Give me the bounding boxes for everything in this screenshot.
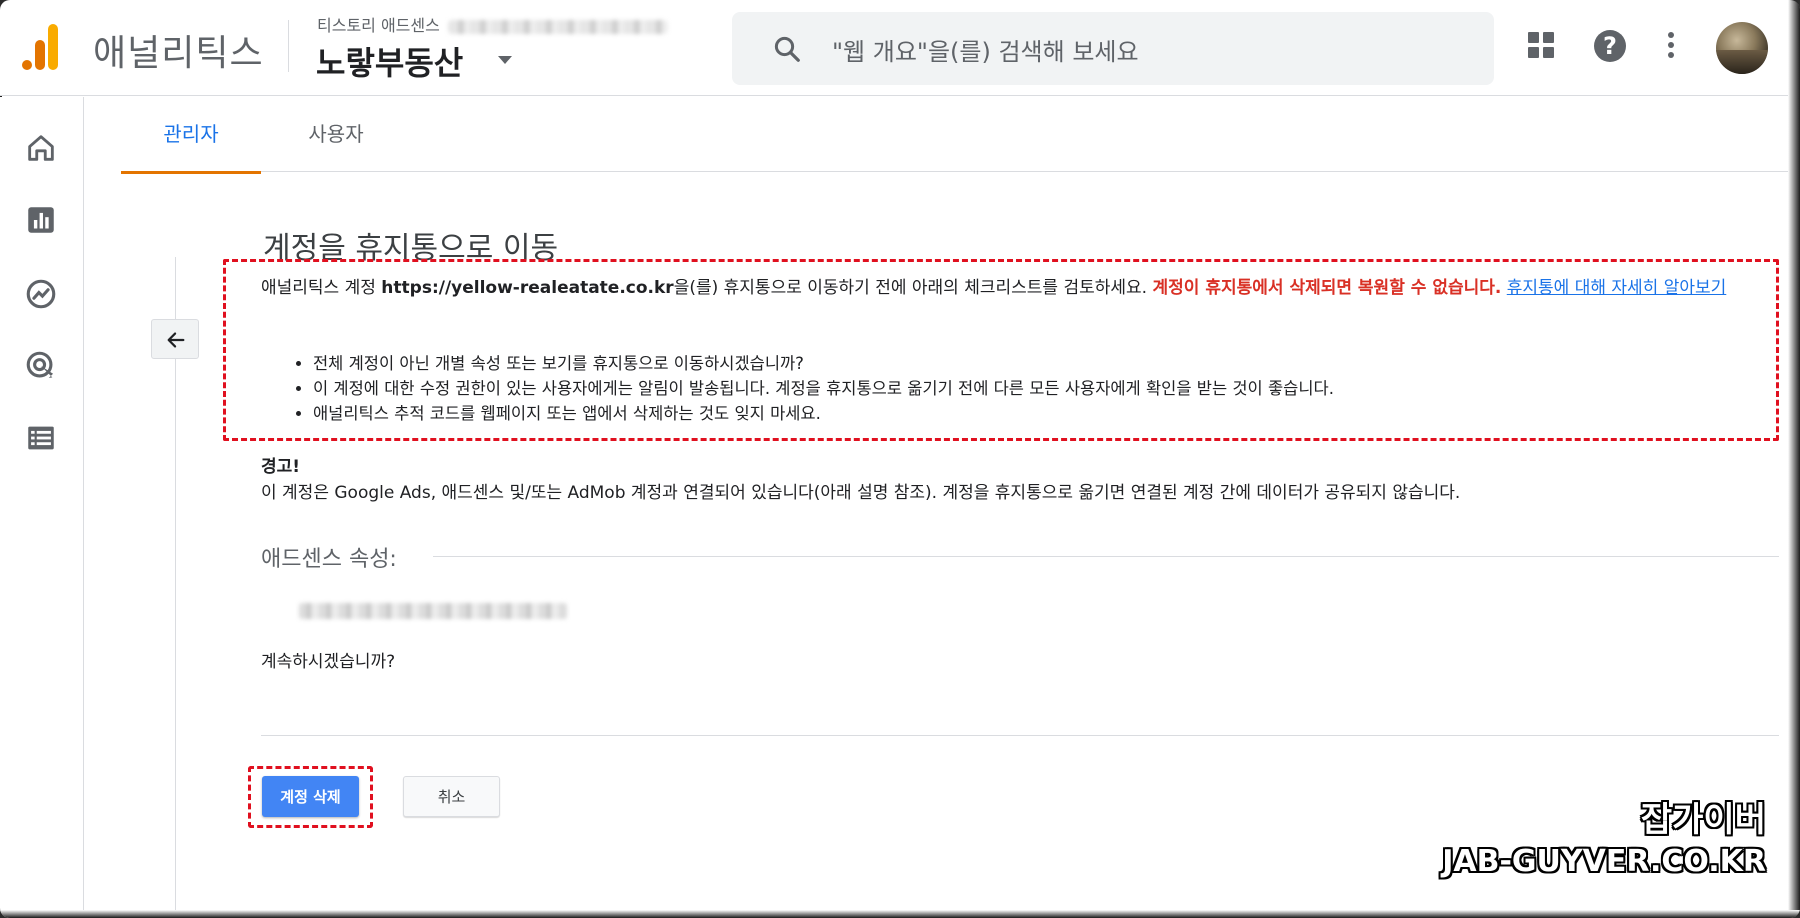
intro-paragraph: 애널리틱스 계정 https://yellow-realeatate.co.kr… bbox=[261, 275, 1771, 302]
header-divider bbox=[288, 20, 289, 72]
analytics-logo-icon[interactable] bbox=[22, 22, 62, 70]
advertising-icon[interactable] bbox=[24, 349, 58, 383]
left-nav bbox=[0, 97, 84, 918]
caret-down-icon[interactable] bbox=[498, 56, 512, 64]
more-vert-icon[interactable] bbox=[1666, 32, 1676, 66]
arrow-back-icon bbox=[167, 332, 185, 348]
watermark-korean: 잡가이버 bbox=[1640, 800, 1766, 840]
checklist: 전체 계정이 아닌 개별 속성 또는 보기를 휴지통으로 이동하시겠습니까? 이… bbox=[295, 351, 1755, 426]
avatar[interactable] bbox=[1716, 22, 1768, 74]
reports-icon[interactable] bbox=[24, 203, 58, 237]
app-window: 애널리틱스 티스토리 애드센스 노랗부동산 "웹 개요"을(를) 검색해 보세요… bbox=[0, 0, 1800, 918]
list-item: 이 계정에 대한 수정 권한이 있는 사용자에게는 알림이 발송됩니다. 계정을… bbox=[313, 376, 1755, 401]
search-input[interactable]: "웹 개요"을(를) 검색해 보세요 bbox=[832, 32, 1139, 67]
list-item: 전체 계정이 아닌 개별 속성 또는 보기를 휴지통으로 이동하시겠습니까? bbox=[313, 351, 1755, 376]
property-selector[interactable]: 노랗부동산 bbox=[316, 38, 463, 84]
trash-help-link[interactable]: 휴지통에 대해 자세히 알아보기 bbox=[1507, 278, 1727, 298]
account-path[interactable]: 티스토리 애드센스 bbox=[317, 12, 668, 36]
configure-list-icon[interactable] bbox=[24, 421, 58, 455]
intro-prefix: 애널리틱스 계정 bbox=[261, 278, 382, 298]
apps-grid-icon[interactable] bbox=[1528, 32, 1562, 66]
tab-bar: 관리자 사용자 bbox=[121, 97, 1788, 174]
account-path-label: 티스토리 애드센스 bbox=[317, 16, 440, 35]
watermark-english: JAB-GUYVER.CO.KR bbox=[1442, 844, 1766, 879]
irreversible-warning: 계정이 휴지통에서 삭제되면 복원할 수 없습니다. bbox=[1152, 278, 1502, 298]
confirm-question: 계속하시겠습니까? bbox=[261, 652, 396, 672]
section-divider bbox=[433, 556, 1779, 557]
help-icon[interactable]: ? bbox=[1594, 30, 1626, 62]
warning-title: 경고! bbox=[261, 457, 301, 477]
home-icon[interactable] bbox=[24, 131, 58, 165]
search-icon bbox=[774, 36, 800, 62]
product-name: 애널리틱스 bbox=[93, 33, 264, 74]
window-shadow-bottom bbox=[0, 910, 1800, 918]
blurred-account-id bbox=[447, 19, 668, 34]
list-item: 애널리틱스 추적 코드를 웹페이지 또는 앱에서 삭제하는 것도 잊지 마세요. bbox=[313, 401, 1755, 426]
top-app-bar: 애널리틱스 티스토리 애드센스 노랗부동산 "웹 개요"을(를) 검색해 보세요… bbox=[0, 0, 1788, 96]
warning-text: 이 계정은 Google Ads, 애드센스 및/또는 AdMob 계정과 연결… bbox=[261, 483, 1461, 503]
tab-admin[interactable]: 관리자 bbox=[121, 97, 261, 174]
delete-account-button[interactable]: 계정 삭제 bbox=[262, 776, 359, 817]
search-bar[interactable]: "웹 개요"을(를) 검색해 보세요 bbox=[732, 12, 1494, 85]
back-button[interactable] bbox=[151, 319, 199, 359]
site-watermark: 잡가이버 JAB-GUYVER.CO.KR bbox=[1442, 798, 1766, 882]
tab-user[interactable]: 사용자 bbox=[271, 97, 401, 172]
window-shadow-right bbox=[1788, 0, 1800, 918]
cancel-button[interactable]: 취소 bbox=[403, 776, 500, 817]
actions-divider bbox=[261, 735, 1779, 736]
intro-middle: 을(를) 휴지통으로 이동하기 전에 아래의 체크리스트를 검토하세요. bbox=[673, 278, 1153, 298]
adsense-property-label: 애드센스 속성: bbox=[261, 547, 397, 572]
account-url: https://yellow-realeatate.co.kr bbox=[381, 278, 674, 298]
explore-icon[interactable] bbox=[24, 277, 58, 311]
blurred-adsense-property bbox=[299, 603, 567, 619]
main-content: 관리자 사용자 계정을 휴지통으로 이동 애널리틱스 계정 https://ye… bbox=[85, 97, 1788, 917]
